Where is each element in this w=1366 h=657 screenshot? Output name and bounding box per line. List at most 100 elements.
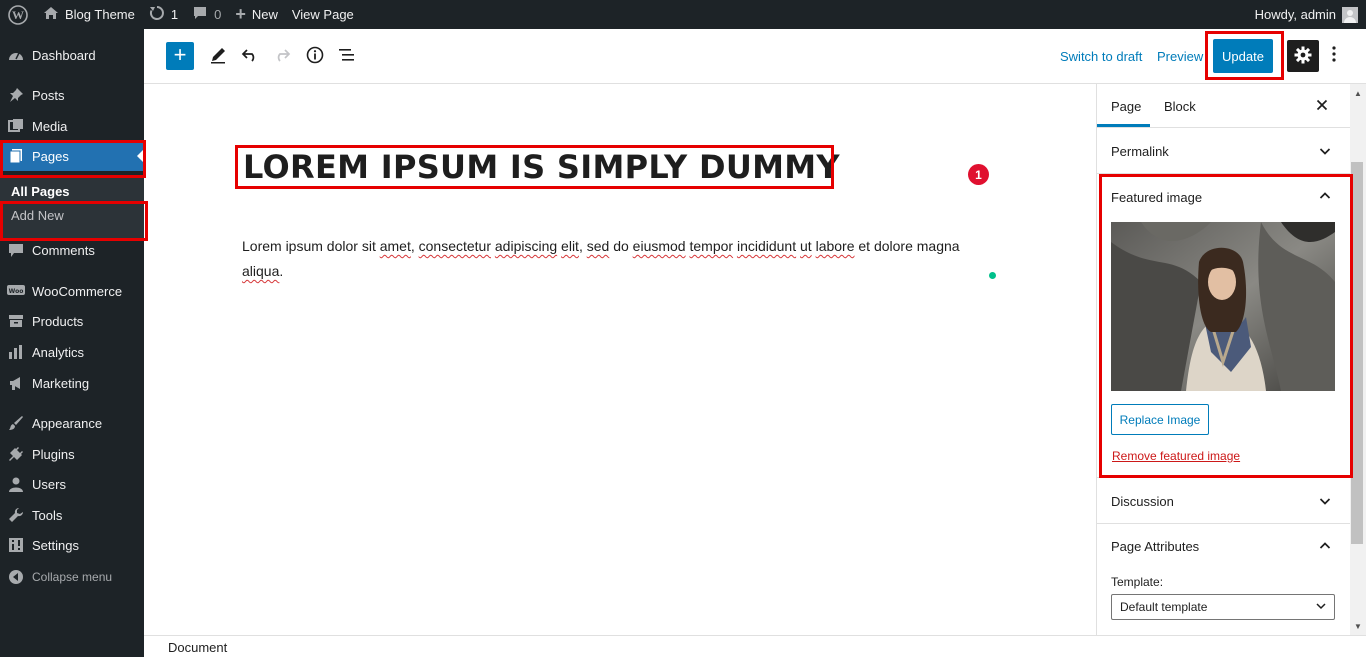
permalink-panel-toggle[interactable]: Permalink bbox=[1111, 144, 1339, 159]
comments-link[interactable]: 0 bbox=[185, 0, 228, 29]
menu-item-users[interactable]: Users bbox=[0, 469, 144, 499]
paintbrush-icon bbox=[0, 415, 32, 431]
list-view-button[interactable] bbox=[335, 44, 359, 68]
remove-featured-image-link[interactable]: Remove featured image bbox=[1112, 449, 1240, 463]
discussion-panel-toggle[interactable]: Discussion bbox=[1111, 494, 1339, 509]
avatar bbox=[1342, 6, 1358, 23]
tools-button[interactable] bbox=[206, 44, 230, 68]
paragraph-text: , bbox=[410, 238, 419, 254]
view-page-label: View Page bbox=[291, 7, 354, 22]
misspelled-word: sed bbox=[586, 238, 610, 254]
editor-canvas: LOREM IPSUM IS SIMPLY DUMMY 1 Lorem ipsu… bbox=[144, 84, 1096, 635]
dashboard-icon bbox=[0, 48, 32, 62]
menu-item-tools[interactable]: Tools bbox=[0, 500, 144, 530]
site-name: Blog Theme bbox=[65, 7, 135, 22]
panel-divider bbox=[1097, 477, 1350, 478]
replace-image-button[interactable]: Replace Image bbox=[1111, 404, 1209, 435]
menu-label-posts: Posts bbox=[32, 87, 65, 103]
redo-icon bbox=[273, 48, 291, 65]
new-content-link[interactable]: + New bbox=[228, 0, 285, 29]
featured-image-preview[interactable] bbox=[1111, 222, 1335, 391]
menu-item-comments[interactable]: Comments bbox=[0, 235, 144, 265]
post-title[interactable]: LOREM IPSUM IS SIMPLY DUMMY bbox=[243, 148, 840, 186]
chevron-up-icon bbox=[1319, 539, 1331, 554]
comment-icon bbox=[192, 6, 208, 24]
pages-icon bbox=[0, 148, 32, 164]
archive-box-icon bbox=[0, 314, 32, 328]
menu-label-woocommerce: WooCommerce bbox=[32, 283, 123, 299]
preview-button[interactable]: Preview bbox=[1157, 49, 1203, 64]
collapse-menu-button[interactable]: Collapse menu bbox=[0, 562, 144, 592]
menu-item-posts[interactable]: Posts bbox=[0, 80, 144, 110]
template-select-value: Default template bbox=[1120, 600, 1208, 614]
settings-button[interactable] bbox=[1287, 40, 1319, 72]
scrollbar-thumb[interactable] bbox=[1351, 162, 1363, 544]
panel-divider bbox=[1097, 173, 1350, 174]
info-icon bbox=[306, 46, 324, 67]
chevron-down-icon bbox=[1316, 599, 1326, 613]
paragraph-block[interactable]: Lorem ipsum dolor sit amet, consectetur … bbox=[242, 234, 994, 284]
options-menu-button[interactable] bbox=[1328, 43, 1340, 69]
new-label: New bbox=[251, 7, 278, 22]
submenu-add-new[interactable]: Add New bbox=[11, 208, 64, 223]
menu-item-marketing[interactable]: Marketing bbox=[0, 368, 144, 398]
my-account[interactable]: Howdy, admin bbox=[1255, 6, 1366, 23]
sidebar-scrollbar[interactable]: ▲ ▼ bbox=[1350, 84, 1366, 635]
paragraph-text: . bbox=[279, 263, 284, 279]
menu-item-plugins[interactable]: Plugins bbox=[0, 439, 144, 469]
menu-label-comments: Comments bbox=[32, 242, 95, 258]
misspelled-word: incididunt bbox=[736, 238, 797, 254]
wordpress-logo-icon[interactable]: W bbox=[0, 0, 36, 29]
details-button[interactable] bbox=[303, 44, 327, 68]
home-icon bbox=[43, 6, 59, 23]
undo-button[interactable] bbox=[238, 44, 262, 68]
scroll-down-arrow-icon[interactable]: ▼ bbox=[1354, 622, 1362, 631]
pages-submenu: All Pages Add New bbox=[0, 177, 144, 239]
woocommerce-icon: Woo bbox=[0, 284, 32, 298]
page-attributes-panel-toggle[interactable]: Page Attributes bbox=[1111, 539, 1339, 554]
menu-item-settings[interactable]: Settings bbox=[0, 530, 144, 560]
misspelled-word: labore bbox=[815, 238, 855, 254]
updates-link[interactable]: 1 bbox=[142, 0, 185, 29]
menu-label-settings: Settings bbox=[32, 537, 79, 553]
menu-item-analytics[interactable]: Analytics bbox=[0, 337, 144, 367]
paragraph-text: do bbox=[609, 238, 633, 254]
add-block-button[interactable]: + bbox=[166, 42, 194, 70]
cursor-dot-icon bbox=[989, 272, 996, 279]
menu-item-media[interactable]: Media bbox=[0, 111, 144, 141]
list-view-icon bbox=[338, 47, 356, 66]
site-name-link[interactable]: Blog Theme bbox=[36, 0, 142, 29]
menu-label-tools: Tools bbox=[32, 507, 63, 523]
featured-image-panel-toggle[interactable]: Featured image bbox=[1111, 190, 1339, 205]
menu-item-pages[interactable]: Pages bbox=[0, 141, 144, 171]
close-icon[interactable] bbox=[1316, 95, 1328, 116]
menu-item-appearance[interactable]: Appearance bbox=[0, 408, 144, 438]
gear-icon bbox=[1294, 46, 1312, 67]
plus-icon: + bbox=[235, 4, 246, 24]
admin-bar: W Blog Theme 1 0 + New View Page Howdy, … bbox=[0, 0, 1366, 29]
switch-to-draft-button[interactable]: Switch to draft bbox=[1060, 49, 1142, 64]
tab-block[interactable]: Block bbox=[1164, 99, 1196, 114]
more-vertical-icon bbox=[1332, 45, 1336, 67]
block-breadcrumb[interactable]: Document bbox=[168, 640, 227, 655]
view-page-link[interactable]: View Page bbox=[285, 0, 361, 29]
scroll-up-arrow-icon[interactable]: ▲ bbox=[1354, 89, 1362, 98]
settings-sidebar: Page Block Permalink Featured image Repl… bbox=[1096, 84, 1350, 635]
user-icon bbox=[0, 477, 32, 492]
pushpin-icon bbox=[0, 87, 32, 103]
submenu-all-pages[interactable]: All Pages bbox=[11, 184, 70, 199]
menu-item-woocommerce[interactable]: Woo WooCommerce bbox=[0, 276, 144, 306]
update-button[interactable]: Update bbox=[1213, 39, 1273, 73]
paragraph-text: , bbox=[578, 238, 587, 254]
menu-item-products[interactable]: Products bbox=[0, 306, 144, 336]
media-icon bbox=[0, 118, 32, 134]
menu-item-dashboard[interactable]: Dashboard bbox=[0, 40, 144, 70]
tab-page[interactable]: Page bbox=[1111, 99, 1141, 114]
template-select[interactable]: Default template bbox=[1111, 594, 1335, 620]
redo-button[interactable] bbox=[270, 44, 294, 68]
collapse-arrow-icon bbox=[0, 569, 32, 585]
misspelled-word: tempor bbox=[689, 238, 734, 254]
settings-sliders-icon bbox=[0, 537, 32, 553]
misspelled-word: adipiscing bbox=[494, 238, 558, 254]
misspelled-word: eiusmod bbox=[632, 238, 686, 254]
